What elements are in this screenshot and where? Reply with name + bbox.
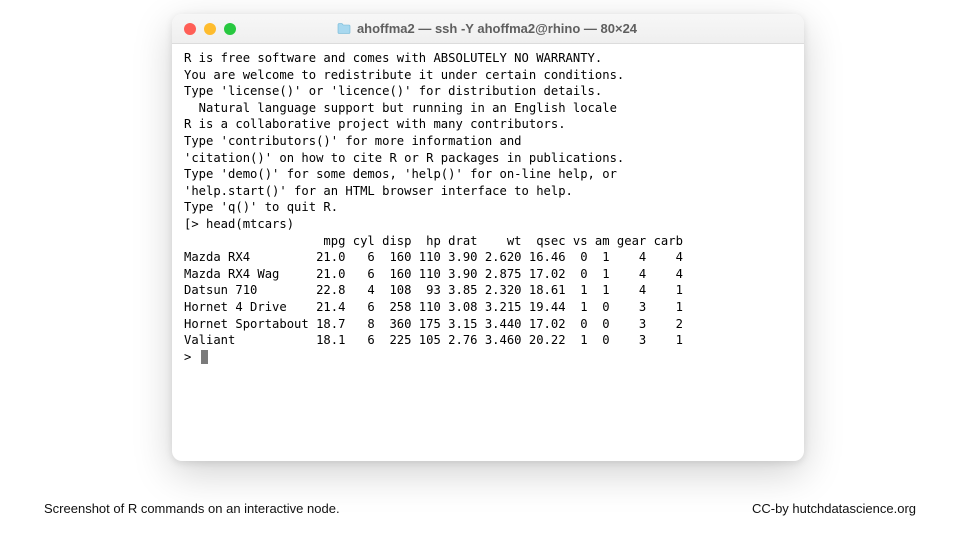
terminal-line: [> head(mtcars)	[184, 216, 792, 233]
terminal-body[interactable]: R is free software and comes with ABSOLU…	[172, 44, 804, 461]
terminal-line: mpg cyl disp hp drat wt qsec vs am gear …	[184, 233, 792, 250]
window-title: ahoffma2 — ssh -Y ahoffma2@rhino — 80×24	[182, 21, 792, 36]
terminal-line: Type 'license()' or 'licence()' for dist…	[184, 83, 792, 100]
folder-icon	[337, 23, 351, 34]
window-title-text: ahoffma2 — ssh -Y ahoffma2@rhino — 80×24	[357, 21, 637, 36]
terminal-line: Hornet Sportabout 18.7 8 360 175 3.15 3.…	[184, 316, 792, 333]
terminal-prompt[interactable]: >	[184, 349, 792, 366]
terminal-line: R is a collaborative project with many c…	[184, 116, 792, 133]
terminal-line: Valiant 18.1 6 225 105 2.76 3.460 20.22 …	[184, 332, 792, 349]
cursor-icon	[201, 350, 208, 364]
terminal-line: Natural language support but running in …	[184, 100, 792, 117]
terminal-line: Hornet 4 Drive 21.4 6 258 110 3.08 3.215…	[184, 299, 792, 316]
terminal-line: Mazda RX4 21.0 6 160 110 3.90 2.620 16.4…	[184, 249, 792, 266]
caption-left: Screenshot of R commands on an interacti…	[44, 501, 340, 516]
terminal-line: You are welcome to redistribute it under…	[184, 67, 792, 84]
terminal-line: R is free software and comes with ABSOLU…	[184, 50, 792, 67]
terminal-window: ahoffma2 — ssh -Y ahoffma2@rhino — 80×24…	[172, 14, 804, 461]
caption-right: CC-by hutchdatascience.org	[752, 501, 916, 516]
terminal-line: Type 'q()' to quit R.	[184, 199, 792, 216]
terminal-line: 'citation()' on how to cite R or R packa…	[184, 150, 792, 167]
terminal-line: Type 'demo()' for some demos, 'help()' f…	[184, 166, 792, 183]
terminal-line: 'help.start()' for an HTML browser inter…	[184, 183, 792, 200]
terminal-line: Type 'contributors()' for more informati…	[184, 133, 792, 150]
terminal-line: Mazda RX4 Wag 21.0 6 160 110 3.90 2.875 …	[184, 266, 792, 283]
terminal-line: Datsun 710 22.8 4 108 93 3.85 2.320 18.6…	[184, 282, 792, 299]
titlebar: ahoffma2 — ssh -Y ahoffma2@rhino — 80×24	[172, 14, 804, 44]
